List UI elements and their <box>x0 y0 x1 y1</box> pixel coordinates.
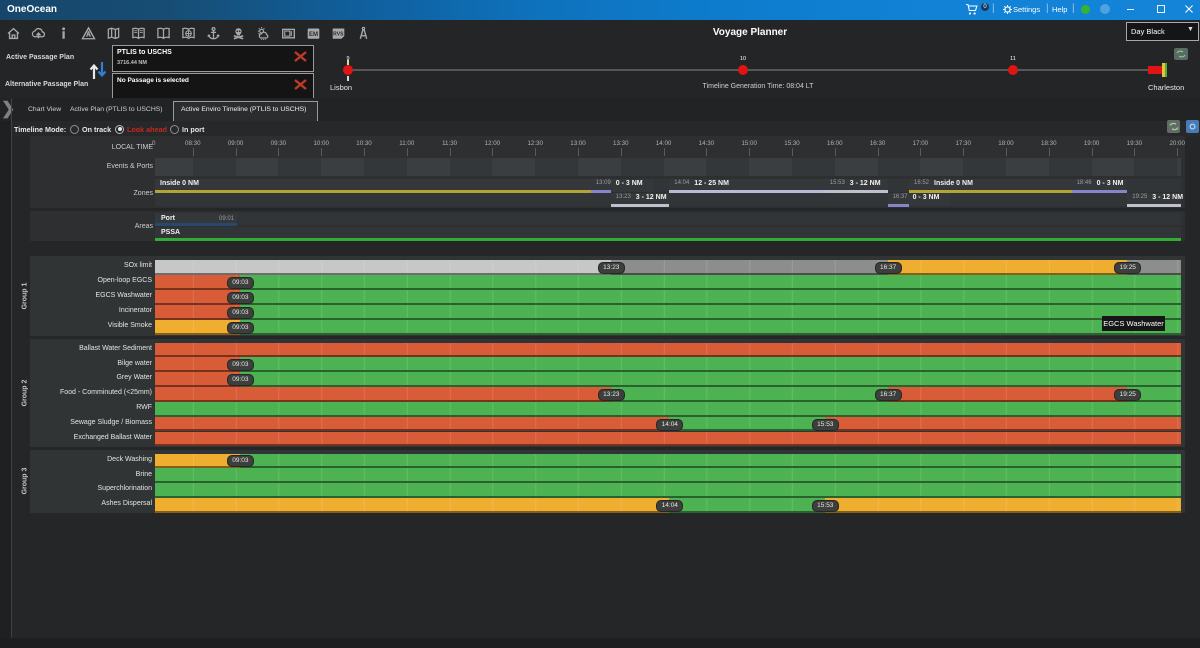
svg-text:EM: EM <box>308 30 317 37</box>
svg-text:RVS: RVS <box>333 31 344 37</box>
